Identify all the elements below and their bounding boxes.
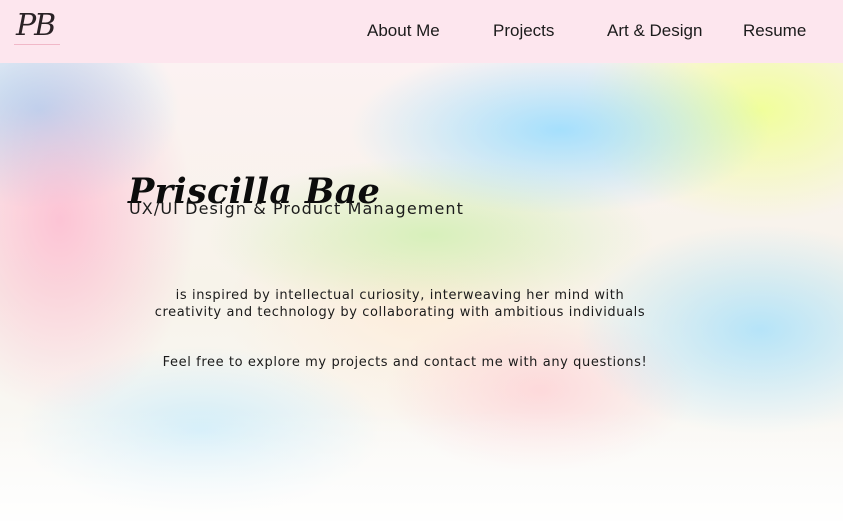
- nav-link-resume[interactable]: Resume: [743, 21, 806, 41]
- hero-subtitle: UX/UI Design & Product Management: [129, 199, 465, 218]
- nav-link-art-design[interactable]: Art & Design: [607, 21, 702, 41]
- nav-link-projects[interactable]: Projects: [493, 21, 554, 41]
- site-logo[interactable]: PB: [16, 6, 56, 46]
- bio-line-1: is inspired by intellectual curiosity, i…: [175, 288, 625, 303]
- bio-paragraph: is inspired by intellectual curiosity, i…: [110, 288, 690, 321]
- nav-link-about-me[interactable]: About Me: [367, 21, 440, 41]
- contact-note: Feel free to explore my projects and con…: [162, 355, 648, 370]
- logo-underline: [14, 44, 60, 45]
- bio-line-2: creativity and technology by collaborati…: [154, 304, 646, 320]
- background-fade: [0, 411, 843, 521]
- top-navigation-bar: PB About Me Projects Art & Design Resume: [0, 0, 843, 63]
